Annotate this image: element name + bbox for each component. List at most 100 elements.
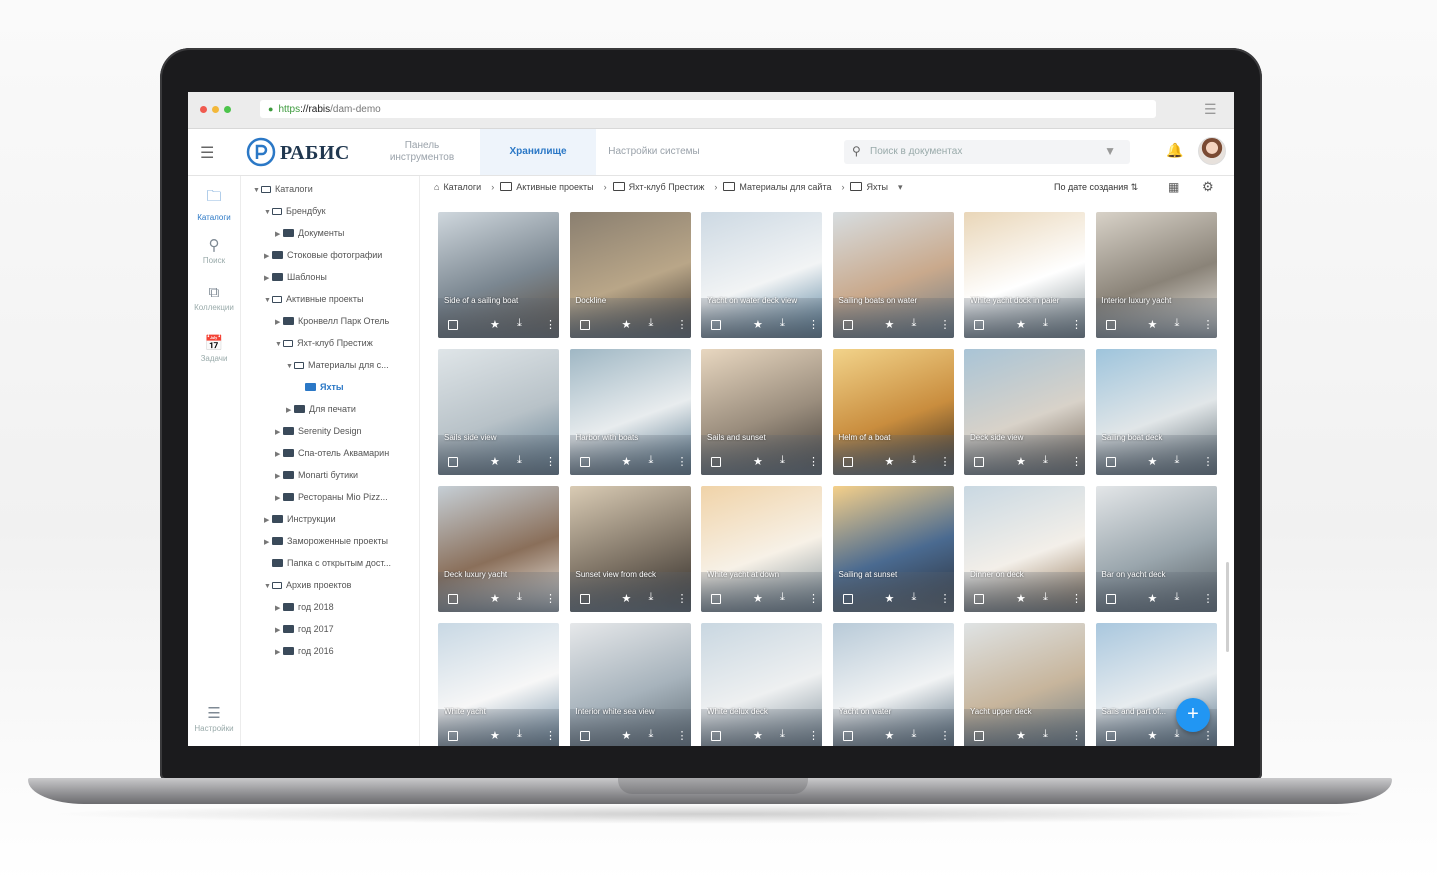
favorite-star-icon[interactable]: ★ xyxy=(1016,729,1026,742)
asset-thumbnail[interactable]: Sails and sunset ★ ⤓ ⋮ xyxy=(701,349,822,475)
favorite-star-icon[interactable]: ★ xyxy=(490,729,500,742)
select-checkbox[interactable] xyxy=(1105,457,1116,467)
more-options-icon[interactable]: ⋮ xyxy=(940,318,951,331)
caret-right-icon[interactable]: ▶ xyxy=(275,316,283,330)
select-checkbox[interactable] xyxy=(842,594,853,604)
notifications-bell-icon[interactable]: 🔔 xyxy=(1166,142,1183,159)
select-checkbox[interactable] xyxy=(842,457,853,467)
close-window-dot[interactable] xyxy=(200,106,207,113)
download-icon[interactable]: ⤓ xyxy=(649,317,654,330)
chevron-down-icon[interactable]: ▾ xyxy=(898,182,903,192)
more-options-icon[interactable]: ⋮ xyxy=(545,592,556,605)
tab-dashboard[interactable]: Панель инструментов xyxy=(374,129,470,175)
download-icon[interactable]: ⤓ xyxy=(1175,454,1180,467)
tree-node[interactable]: ▶ Шаблоны xyxy=(264,270,327,284)
more-options-icon[interactable]: ⋮ xyxy=(1071,455,1082,468)
more-options-icon[interactable]: ⋮ xyxy=(1203,318,1214,331)
caret-right-icon[interactable]: ▶ xyxy=(275,228,283,242)
download-icon[interactable]: ⤓ xyxy=(912,728,917,741)
chevron-right-icon[interactable]: › xyxy=(841,182,844,192)
select-checkbox[interactable] xyxy=(974,457,984,467)
select-checkbox[interactable] xyxy=(974,731,984,741)
favorite-star-icon[interactable]: ★ xyxy=(490,318,500,331)
caret-right-icon[interactable]: ▶ xyxy=(264,536,272,550)
tree-node[interactable]: Яхты xyxy=(297,380,344,394)
select-checkbox[interactable] xyxy=(711,457,721,467)
tree-node[interactable]: ▶ год 2017 xyxy=(275,622,334,636)
favorite-star-icon[interactable]: ★ xyxy=(1016,455,1026,468)
favorite-star-icon[interactable]: ★ xyxy=(1148,318,1158,331)
tree-node[interactable]: ▼ Яхт-клуб Престиж xyxy=(275,336,373,350)
caret-right-icon[interactable]: ▶ xyxy=(286,404,294,418)
select-checkbox[interactable] xyxy=(448,731,458,741)
chevron-right-icon[interactable]: › xyxy=(714,182,717,192)
tree-node[interactable]: ▶ год 2018 xyxy=(275,600,334,614)
favorite-star-icon[interactable]: ★ xyxy=(490,592,500,605)
caret-right-icon[interactable]: ▶ xyxy=(264,514,272,528)
select-checkbox[interactable] xyxy=(579,320,590,330)
more-options-icon[interactable]: ⋮ xyxy=(677,318,688,331)
caret-down-icon[interactable]: ▼ xyxy=(264,294,272,308)
breadcrumb-item[interactable]: Яхты xyxy=(850,182,892,192)
download-icon[interactable]: ⤓ xyxy=(1175,591,1180,604)
download-icon[interactable]: ⤓ xyxy=(912,591,917,604)
select-checkbox[interactable] xyxy=(974,320,984,330)
tree-node[interactable]: ▼ Брендбук xyxy=(264,204,326,218)
more-options-icon[interactable]: ⋮ xyxy=(545,729,556,742)
gear-icon[interactable]: ⚙ xyxy=(1202,179,1214,195)
user-avatar[interactable] xyxy=(1198,137,1226,165)
asset-thumbnail[interactable]: Harbor with boats ★ ⤓ ⋮ xyxy=(569,349,691,475)
asset-thumbnail[interactable]: Bar on yacht deck ★ ⤓ ⋮ xyxy=(1095,486,1217,612)
tree-node[interactable]: Папка с открытым дост... xyxy=(264,556,391,570)
favorite-star-icon[interactable]: ★ xyxy=(885,455,895,468)
favorite-star-icon[interactable]: ★ xyxy=(1148,729,1158,742)
tab-storage[interactable]: Хранилище xyxy=(480,129,596,175)
tree-node[interactable]: ▶ Стоковые фотографии xyxy=(264,248,382,262)
favorite-star-icon[interactable]: ★ xyxy=(753,729,763,742)
more-options-icon[interactable]: ⋮ xyxy=(545,455,556,468)
add-button[interactable]: + xyxy=(1176,698,1210,732)
asset-thumbnail[interactable]: White yacht ★ ⤓ ⋮ xyxy=(438,623,559,746)
more-options-icon[interactable]: ⋮ xyxy=(1203,729,1214,742)
tree-node[interactable]: ▶ Для печати xyxy=(286,402,356,416)
asset-thumbnail[interactable]: Deck side view ★ ⤓ ⋮ xyxy=(964,349,1085,475)
more-options-icon[interactable]: ⋮ xyxy=(940,729,951,742)
select-checkbox[interactable] xyxy=(974,594,984,604)
download-icon[interactable]: ⤓ xyxy=(517,728,522,741)
select-checkbox[interactable] xyxy=(579,457,590,467)
caret-right-icon[interactable]: ▶ xyxy=(275,426,283,440)
favorite-star-icon[interactable]: ★ xyxy=(1016,318,1026,331)
asset-thumbnail[interactable]: Side of a sailing boat ★ ⤓ ⋮ xyxy=(438,212,559,338)
rail-item-tasks[interactable]: 📅 Задачи xyxy=(188,334,240,363)
asset-thumbnail[interactable]: Sailing at sunset ★ ⤓ ⋮ xyxy=(832,486,954,612)
rail-item-collections[interactable]: ⧉ Коллекции xyxy=(188,284,240,312)
favorite-star-icon[interactable]: ★ xyxy=(753,318,763,331)
download-icon[interactable]: ⤓ xyxy=(780,454,785,467)
download-icon[interactable]: ⤓ xyxy=(912,454,917,467)
download-icon[interactable]: ⤓ xyxy=(780,591,785,604)
download-icon[interactable]: ⤓ xyxy=(517,591,522,604)
tree-node[interactable]: ▼ Материалы для с... xyxy=(286,358,389,372)
download-icon[interactable]: ⤓ xyxy=(649,728,654,741)
asset-thumbnail[interactable]: Helm of a boat ★ ⤓ ⋮ xyxy=(832,349,954,475)
asset-thumbnail[interactable]: Interior luxury yacht ★ ⤓ ⋮ xyxy=(1095,212,1217,338)
favorite-star-icon[interactable]: ★ xyxy=(1148,455,1158,468)
more-options-icon[interactable]: ⋮ xyxy=(1203,592,1214,605)
caret-right-icon[interactable]: ▶ xyxy=(275,646,283,660)
select-checkbox[interactable] xyxy=(579,594,590,604)
tree-node[interactable]: ▶ Спа-отель Аквамарин xyxy=(275,446,389,460)
select-checkbox[interactable] xyxy=(711,320,721,330)
select-checkbox[interactable] xyxy=(448,594,458,604)
download-icon[interactable]: ⤓ xyxy=(780,728,785,741)
vertical-scrollbar[interactable] xyxy=(1226,562,1229,652)
asset-thumbnail[interactable]: Sailing boats on water ★ ⤓ ⋮ xyxy=(832,212,954,338)
download-icon[interactable]: ⤓ xyxy=(1043,454,1048,467)
caret-right-icon[interactable]: ▶ xyxy=(264,272,272,286)
breadcrumb-item[interactable]: Яхт-клуб Престиж xyxy=(612,182,709,192)
tree-node[interactable]: ▶ Рестораны Mio Pizz... xyxy=(275,490,388,504)
browser-menu-icon[interactable]: ☰ xyxy=(1204,102,1220,116)
more-options-icon[interactable]: ⋮ xyxy=(677,592,688,605)
more-options-icon[interactable]: ⋮ xyxy=(677,729,688,742)
caret-down-icon[interactable]: ▼ xyxy=(286,360,294,374)
hamburger-menu-icon[interactable]: ☰ xyxy=(200,143,214,163)
